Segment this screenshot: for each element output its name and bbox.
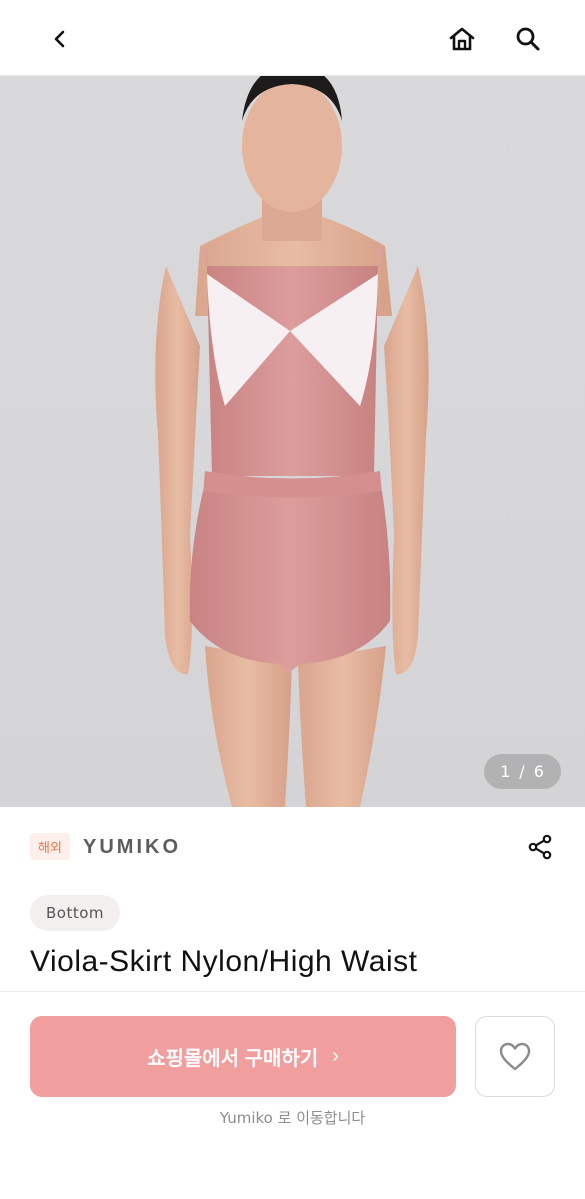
search-icon	[516, 27, 540, 51]
divider	[0, 991, 585, 992]
heart-icon	[499, 1042, 531, 1070]
pager-total: 6	[533, 762, 545, 781]
top-navigation-bar	[0, 0, 585, 76]
chevron-right-icon: ›	[332, 1045, 339, 1067]
buy-button-label: 쇼핑몰에서 구매하기	[147, 1048, 319, 1070]
overseas-badge: 해외	[30, 833, 70, 860]
home-icon	[449, 27, 475, 51]
brand-name-link[interactable]: YUMIKO	[83, 833, 181, 861]
brand-row: 해외 YUMIKO	[0, 807, 585, 887]
product-title: Viola-Skirt Nylon/High Waist	[30, 945, 418, 978]
home-button[interactable]	[440, 17, 484, 61]
redirect-note: Yumiko 로 이동합니다	[219, 1109, 366, 1127]
product-photo	[155, 76, 429, 807]
product-image-gallery[interactable]: 1 / 6	[0, 76, 585, 807]
pager-current: 1	[500, 762, 512, 781]
back-button[interactable]	[38, 17, 82, 61]
share-icon	[528, 834, 552, 860]
share-button[interactable]	[518, 825, 562, 869]
wishlist-button[interactable]	[475, 1016, 555, 1097]
pager-separator: /	[519, 762, 526, 781]
buy-at-shop-button[interactable]: 쇼핑몰에서 구매하기 ›	[30, 1016, 456, 1097]
chevron-left-icon	[54, 30, 65, 48]
category-chip[interactable]: Bottom	[30, 895, 121, 931]
image-pager-indicator: 1 / 6	[484, 754, 561, 789]
search-button[interactable]	[506, 17, 550, 61]
